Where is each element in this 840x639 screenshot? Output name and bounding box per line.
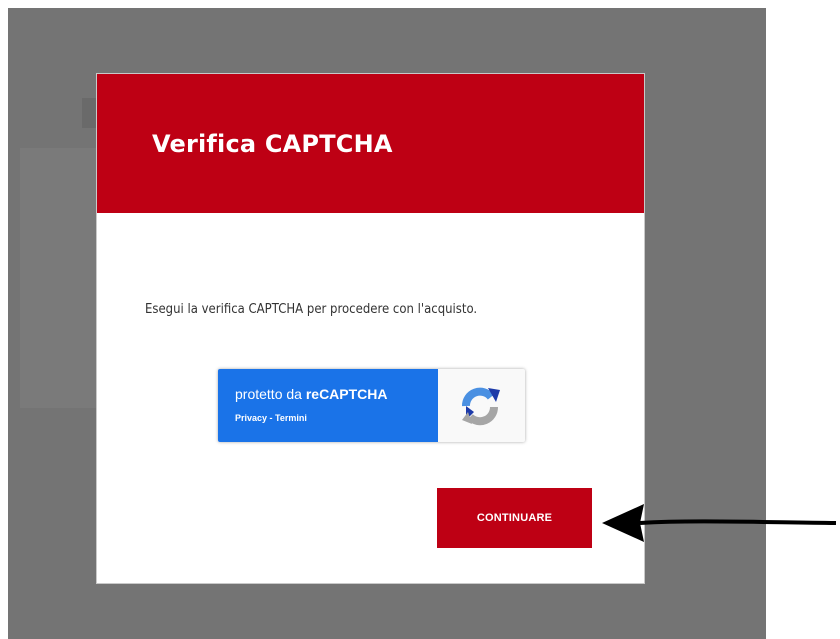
background-page-element (82, 98, 96, 128)
recaptcha-protected-text: protetto da reCAPTCHA (235, 386, 388, 402)
arrow-annotation-icon (602, 504, 837, 542)
recaptcha-links: Privacy - Termini (235, 413, 307, 423)
recaptcha-brand: reCAPTCHA (305, 386, 388, 402)
modal-title: Verifica CAPTCHA (152, 130, 393, 158)
continue-button[interactable]: CONTINUARE (437, 488, 592, 548)
recaptcha-terms-link[interactable]: Termini (275, 413, 307, 423)
recaptcha-badge[interactable]: protetto da reCAPTCHA Privacy - Termini (218, 369, 525, 442)
recaptcha-link-separator: - (267, 413, 276, 423)
recaptcha-label-panel: protetto da reCAPTCHA Privacy - Termini (218, 369, 438, 442)
modal-header: Verifica CAPTCHA (97, 74, 644, 213)
screenshot-stage: Verifica CAPTCHA Esegui la verifica CAPT… (0, 0, 840, 639)
recaptcha-privacy-link[interactable]: Privacy (235, 413, 267, 423)
recaptcha-logo-icon (462, 387, 500, 426)
captcha-modal: Verifica CAPTCHA Esegui la verifica CAPT… (96, 73, 645, 584)
background-page-panel (20, 148, 100, 408)
recaptcha-prefix: protetto da (235, 386, 306, 402)
modal-message: Esegui la verifica CAPTCHA per procedere… (145, 302, 478, 317)
